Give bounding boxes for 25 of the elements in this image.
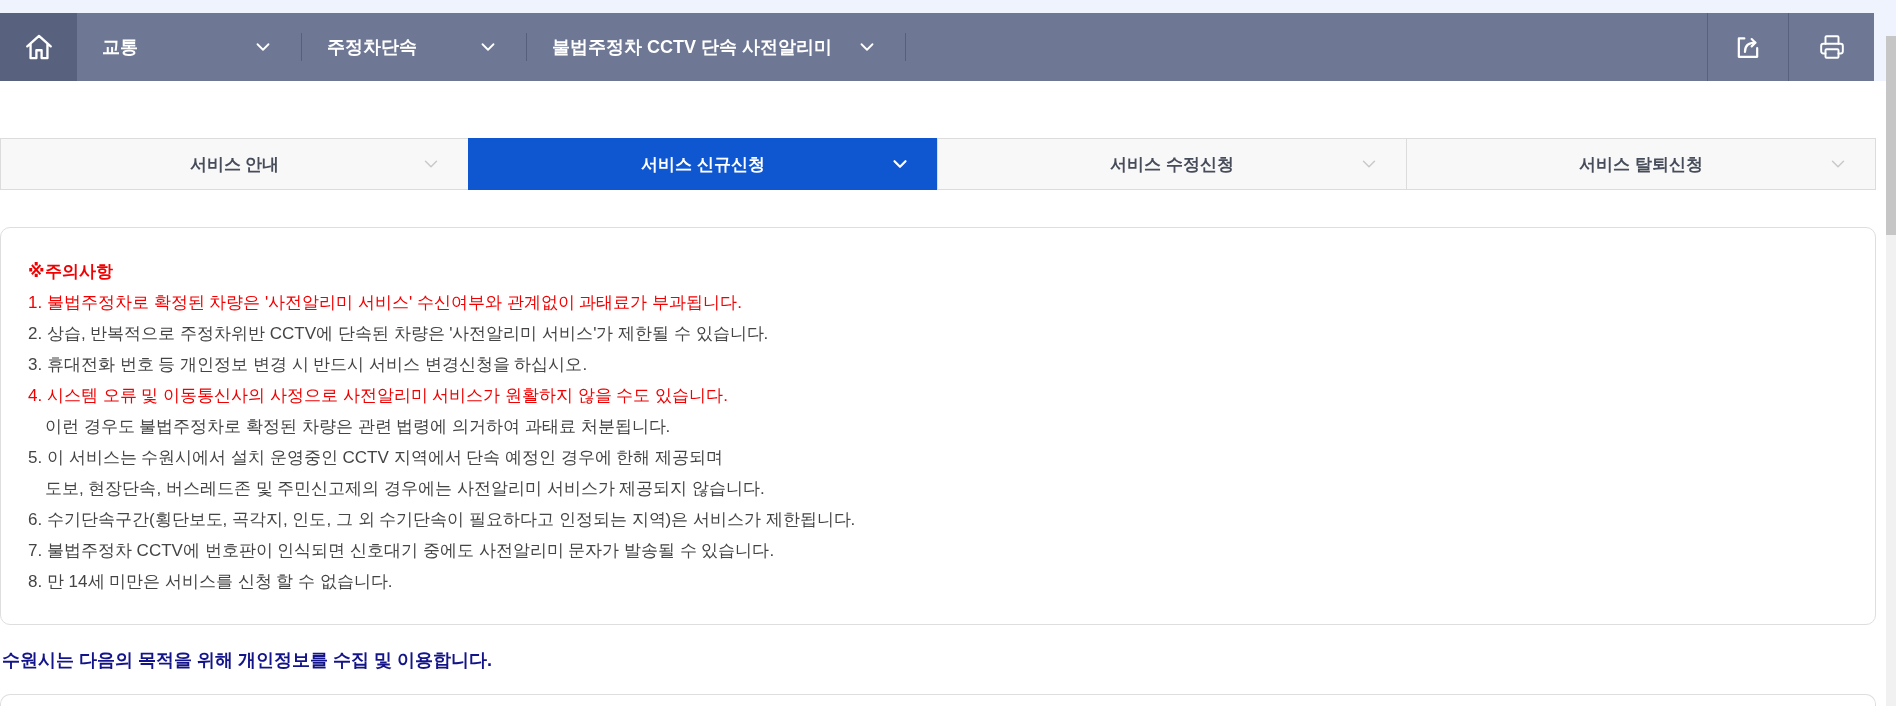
notice-line: 6. 수기단속구간(횡단보도, 곡각지, 인도, 그 외 수기단속이 필요하다고 인정되는 지역)은 서비스가 제한됩니다. (28, 509, 856, 531)
scrollbar-thumb[interactable] (1886, 36, 1896, 235)
notice-line: 2. 상습, 반복적으로 주정차위반 CCTV에 단속된 차량은 '사전알리미 서비스'가 제한될 수 있습니다. (28, 323, 769, 345)
tab[interactable]: 서비스 수정신청 (937, 138, 1407, 190)
notice-line: 이런 경우도 불법주정차로 확정된 차량은 관련 법령에 의거하여 과태료 처분됩니다. (44, 416, 671, 438)
breadcrumb-menu[interactable]: 주정차단속 (302, 13, 526, 81)
notice-line: 3. 휴대전화 번호 등 개인정보 변경 시 반드시 서비스 변경신청을 하십시오. (28, 354, 588, 376)
notice-line: 7. 불법주정차 CCTV에 번호판이 인식되면 신호대기 중에도 사전알리미 문자가 발송될 수 있습니다. (28, 540, 775, 562)
notice-line: 5. 이 서비스는 수원시에서 설치 운영중인 CCTV 지역에서 단속 예정인 경우에 한해 제공되며 (28, 447, 724, 469)
scrollbar-track[interactable] (1886, 36, 1896, 706)
notice-title: ※주의사항 (28, 261, 114, 283)
breadcrumb-menu[interactable]: 교통 (77, 13, 301, 81)
notice-line: 8. 만 14세 미만은 서비스를 신청 할 수 없습니다. (28, 571, 393, 593)
share-icon (1737, 36, 1759, 58)
tab[interactable]: 서비스 안내 (0, 138, 469, 190)
notice-line: 1. 불법주정차로 확정된 차량은 '사전알리미 서비스' 수신여부와 관계없이 과태료가 부과됩니다. (28, 292, 742, 314)
breadcrumb-menu[interactable]: 불법주정차 CCTV 단속 사전알리미 (527, 13, 905, 81)
print-icon (1818, 34, 1845, 60)
tab[interactable]: 서비스 탈퇴신청 (1406, 138, 1876, 190)
section-heading: 수원시는 다음의 목적을 위해 개인정보를 수집 및 이용합니다. (1, 649, 492, 671)
tab[interactable]: 서비스 신규신청 (468, 138, 938, 190)
home-button[interactable] (0, 13, 77, 81)
home-icon (25, 34, 52, 60)
notice-line: 4. 시스템 오류 및 이동통신사의 사정으로 사전알리미 서비스가 원활하지 않을 수도 있습니다. (28, 385, 728, 407)
notice-line: 도보, 현장단속, 버스레드존 및 주민신고제의 경우에는 사전알리미 서비스가 제공되지 않습니다. (44, 478, 765, 500)
